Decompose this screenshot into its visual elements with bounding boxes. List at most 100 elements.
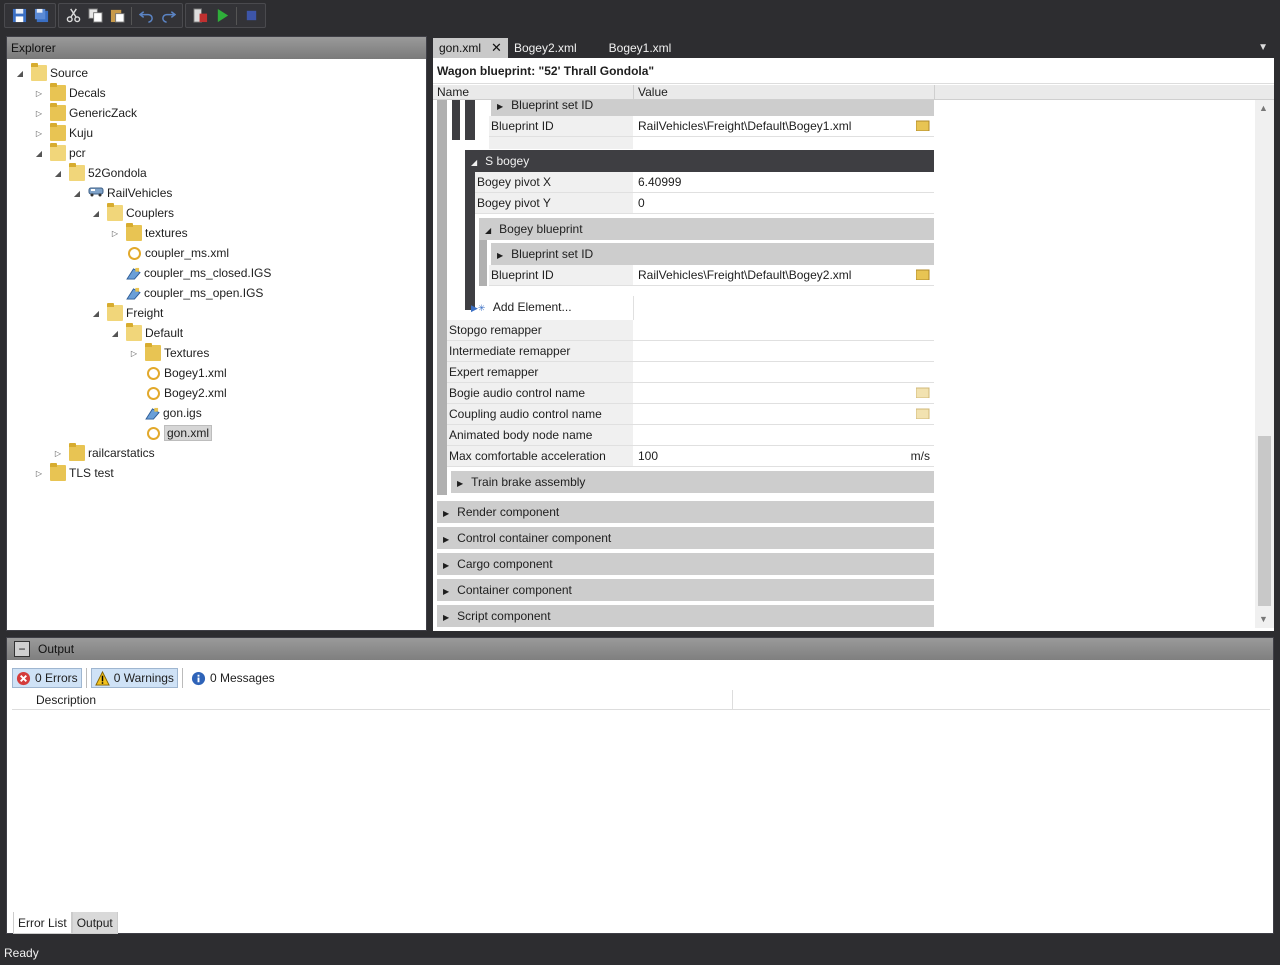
paste-icon[interactable] (107, 6, 127, 26)
expanded-arrow-icon[interactable]: ◢ (34, 148, 44, 158)
tree-item[interactable]: coupler_ms_closed.IGS (110, 263, 271, 283)
tree-item-label: Decals (69, 86, 106, 100)
tree-item[interactable]: Bogey2.xml (129, 383, 227, 403)
s-bogey-group[interactable]: ◢ S bogey (465, 150, 934, 172)
property-row-bogey-pivot-y[interactable]: Bogey pivot Y 0 (475, 193, 934, 214)
chevron-right-icon: ▶ (497, 251, 504, 260)
blueprint-set-id-group[interactable]: ▶ Blueprint set ID (491, 243, 934, 265)
messages-filter-button[interactable]: 0 Messages (187, 668, 279, 688)
expanded-arrow-icon[interactable]: ◢ (110, 328, 120, 338)
property-row-max-acceleration[interactable]: Max comfortable acceleration 100 m/s (447, 446, 934, 467)
train-brake-assembly-group[interactable]: ▶ Train brake assembly (451, 471, 934, 493)
tab-output[interactable]: Output (71, 912, 118, 934)
collapsed-arrow-icon[interactable]: ▷ (34, 88, 44, 98)
tree-item[interactable]: ▷ textures (110, 223, 188, 243)
save-icon[interactable] (9, 6, 29, 26)
property-value[interactable]: 6.40999 (634, 172, 934, 192)
property-row-blueprint-id[interactable]: Blueprint ID RailVehicles\Freight\Defaul… (489, 116, 934, 137)
column-divider[interactable] (934, 85, 935, 100)
warnings-filter-button[interactable]: 0 Warnings (90, 668, 178, 688)
tree-item[interactable]: ▷ railcarstatics (53, 443, 155, 463)
tree-item[interactable]: gon.igs (129, 403, 202, 423)
tree-item[interactable]: ▷ GenericZack (34, 103, 137, 123)
undo-icon[interactable] (136, 6, 156, 26)
bogey-blueprint-group[interactable]: ◢ Bogey blueprint (479, 218, 934, 240)
tree-item[interactable]: ▷ TLS test (34, 463, 114, 483)
property-row-coupling-audio[interactable]: Coupling audio control name (447, 404, 934, 425)
property-row-animated-body[interactable]: Animated body node name (447, 425, 934, 446)
cargo-component-group[interactable]: ▶ Cargo component (437, 553, 934, 575)
tree-item[interactable]: coupler_ms.xml (110, 243, 229, 263)
group-label: Cargo component (457, 557, 553, 571)
tree-item-label: railcarstatics (88, 446, 155, 460)
collapsed-arrow-icon[interactable]: ▷ (110, 228, 120, 238)
errors-filter-button[interactable]: 0 Errors (12, 668, 82, 688)
tab-gon-xml[interactable]: gon.xml ✕ (433, 38, 508, 58)
property-value[interactable]: RailVehicles\Freight\Default\Bogey2.xml (634, 265, 934, 285)
collapsed-arrow-icon[interactable]: ▷ (129, 348, 139, 358)
tree-item[interactable]: ▷ Kuju (34, 123, 93, 143)
tree-item[interactable]: ◢ Source (15, 63, 88, 83)
tree-item[interactable]: gon.xml (129, 423, 213, 443)
tab-bogey1-xml[interactable]: Bogey1.xml (603, 38, 678, 58)
redo-icon[interactable] (158, 6, 178, 26)
expanded-arrow-icon[interactable]: ◢ (91, 308, 101, 318)
property-row-blueprint-id[interactable]: Blueprint ID RailVehicles\Freight\Defaul… (489, 265, 934, 286)
render-component-group[interactable]: ▶ Render component (437, 501, 934, 523)
property-name: Blueprint ID (489, 265, 633, 285)
property-value[interactable]: 100 (634, 446, 934, 466)
script-component-group[interactable]: ▶ Script component (437, 605, 934, 627)
scroll-up-icon[interactable]: ▲ (1259, 103, 1268, 113)
expanded-arrow-icon[interactable]: ◢ (91, 208, 101, 218)
blueprint-set-id-group[interactable]: ▶ Blueprint set ID (491, 100, 934, 116)
tree-item[interactable]: ◢ Freight (91, 303, 163, 323)
collapsed-arrow-icon[interactable]: ▷ (34, 108, 44, 118)
copy-icon[interactable] (85, 6, 105, 26)
property-value[interactable]: 0 (634, 193, 934, 213)
folder-browse-icon[interactable] (916, 268, 930, 280)
collapsed-arrow-icon[interactable]: ▷ (34, 128, 44, 138)
tree-item[interactable]: ◢ pcr (34, 143, 86, 163)
property-row-intermediate-remapper[interactable]: Intermediate remapper (447, 341, 934, 362)
tab-bogey2-xml[interactable]: Bogey2.xml (508, 38, 583, 58)
add-element-link[interactable]: ▶✳ Add Element... (471, 300, 572, 314)
folder-browse-icon[interactable] (916, 407, 930, 419)
tab-error-list[interactable]: Error List (13, 912, 72, 934)
tree-item[interactable]: ◢ 52Gondola (53, 163, 147, 183)
tree-item[interactable]: Bogey1.xml (129, 363, 227, 383)
property-row-stopgo-remapper[interactable]: Stopgo remapper (447, 320, 934, 341)
column-divider[interactable] (732, 690, 733, 710)
save-all-icon[interactable] (31, 6, 51, 26)
close-icon[interactable]: ✕ (491, 38, 502, 58)
run-icon[interactable] (212, 6, 232, 26)
tree-item[interactable]: ◢ RailVehicles (72, 183, 172, 203)
column-divider[interactable] (633, 85, 634, 100)
tree-item[interactable]: ▷ Decals (34, 83, 106, 103)
property-grid-scrollbar[interactable]: ▲ ▼ (1255, 100, 1274, 628)
property-row-expert-remapper[interactable]: Expert remapper (447, 362, 934, 383)
collapse-icon[interactable]: − (14, 641, 30, 657)
container-component-group[interactable]: ▶ Container component (437, 579, 934, 601)
scroll-down-icon[interactable]: ▼ (1259, 614, 1268, 624)
control-container-group[interactable]: ▶ Control container component (437, 527, 934, 549)
collapsed-arrow-icon[interactable]: ▷ (34, 468, 44, 478)
folder-browse-icon[interactable] (916, 386, 930, 398)
tree-item[interactable]: coupler_ms_open.IGS (110, 283, 263, 303)
export-icon[interactable] (190, 6, 210, 26)
scroll-thumb[interactable] (1258, 436, 1271, 606)
tree-item[interactable]: ◢ Couplers (91, 203, 174, 223)
collapsed-arrow-icon[interactable]: ▷ (53, 448, 63, 458)
property-row-bogie-audio[interactable]: Bogie audio control name (447, 383, 934, 404)
expanded-arrow-icon[interactable]: ◢ (53, 168, 63, 178)
expanded-arrow-icon[interactable]: ◢ (15, 68, 25, 78)
stop-icon[interactable] (241, 6, 261, 26)
expanded-arrow-icon[interactable]: ◢ (72, 188, 82, 198)
tree-item[interactable]: ▷ Textures (129, 343, 209, 363)
cut-icon[interactable] (63, 6, 83, 26)
property-row-bogey-pivot-x[interactable]: Bogey pivot X 6.40999 (475, 172, 934, 193)
folder-browse-icon[interactable] (916, 119, 930, 131)
chevron-down-icon[interactable]: ▼ (1258, 42, 1268, 53)
property-value[interactable]: RailVehicles\Freight\Default\Bogey1.xml (634, 116, 934, 136)
tree-item-label: 52Gondola (88, 166, 147, 180)
tree-item[interactable]: ◢ Default (110, 323, 183, 343)
